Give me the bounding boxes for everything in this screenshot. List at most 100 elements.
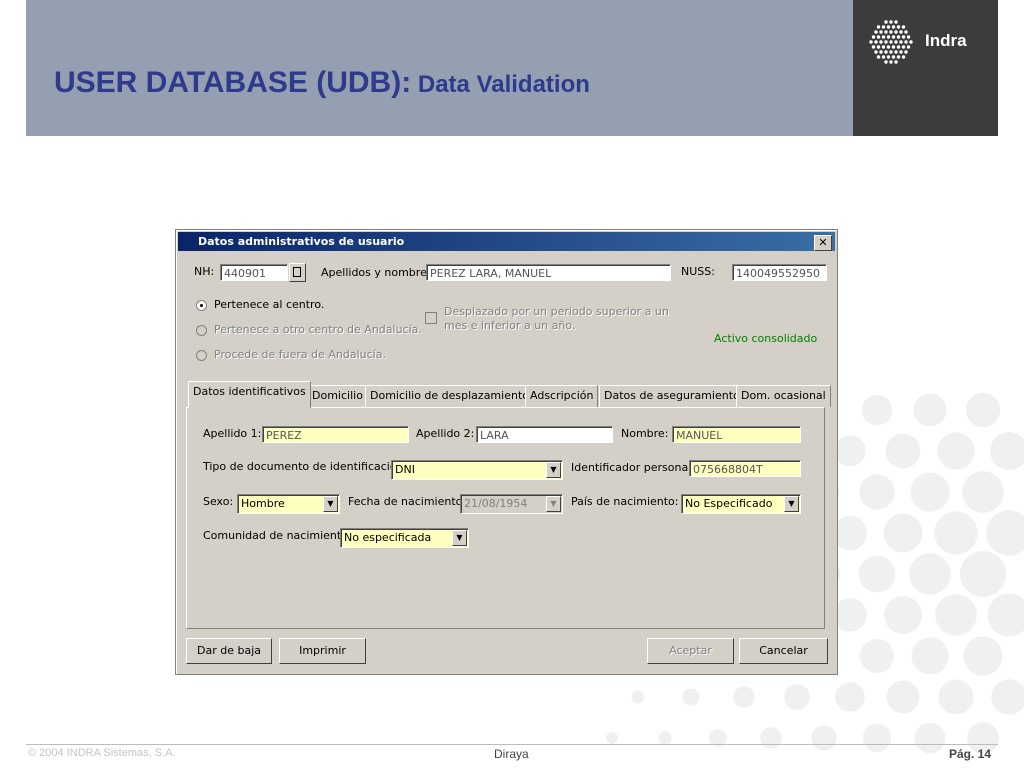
background-dot <box>833 598 867 632</box>
dar-de-baja-button[interactable]: Dar de baja <box>186 638 272 664</box>
footer-project-name: Diraya <box>494 747 529 761</box>
background-dot <box>862 723 892 753</box>
background-dot <box>784 684 810 710</box>
background-dot <box>987 593 1024 637</box>
comunidad-nacimiento-label: Comunidad de nacimiento: <box>203 529 352 542</box>
chevron-down-icon[interactable]: ▼ <box>784 496 799 512</box>
tab-dom-ocasional[interactable]: Dom. ocasional <box>736 385 831 407</box>
apellido2-label: Apellido 2: <box>416 427 475 440</box>
radio-otro-centro[interactable] <box>196 325 207 336</box>
apellido1-field[interactable]: PEREZ <box>262 426 409 443</box>
background-dot <box>760 727 782 749</box>
logo-dot <box>906 45 911 49</box>
radio-fuera-andalucia[interactable] <box>196 350 207 361</box>
logo-dot <box>889 40 893 44</box>
logo-dot <box>901 55 906 59</box>
apellidos-label: Apellidos y nombre: <box>321 266 431 279</box>
background-dot <box>658 731 672 745</box>
background-dot <box>858 555 896 593</box>
background-dot <box>884 596 922 634</box>
desplazado-checkbox[interactable] <box>425 312 437 324</box>
logo-dot <box>876 25 881 29</box>
logo-dot <box>901 45 906 49</box>
pais-nacimiento-select[interactable]: No Especificado ▼ <box>681 494 801 514</box>
logo-dot <box>871 45 876 49</box>
logo-dot <box>904 40 908 44</box>
fecha-nacimiento-select[interactable]: 21/08/1954 ▼ <box>460 494 563 514</box>
nuss-field[interactable]: 140049552950 <box>732 264 827 281</box>
logo-dot <box>891 45 896 49</box>
logo-dot <box>876 35 881 39</box>
chevron-down-icon[interactable]: ▼ <box>546 496 561 512</box>
logo-dot <box>889 30 893 34</box>
background-dot <box>733 686 755 708</box>
logo-dot <box>886 55 891 59</box>
cancelar-button[interactable]: Cancelar <box>739 638 828 664</box>
radio-pertenece-centro[interactable] <box>196 300 207 311</box>
imprimir-button[interactable]: Imprimir <box>279 638 366 664</box>
logo-dot <box>901 35 906 39</box>
desplazado-label-line2: mes e inferior a un año. <box>444 319 576 332</box>
brand-logo-text: Indra <box>925 31 967 50</box>
logo-dot <box>884 30 888 34</box>
apellido2-field[interactable]: LARA <box>476 426 613 443</box>
logo-dot <box>874 30 878 34</box>
logo-dot <box>881 45 886 49</box>
nombre-field[interactable]: MANUEL <box>672 426 801 443</box>
logo-dot <box>894 50 898 54</box>
pais-nacimiento-value: No Especificado <box>685 497 773 510</box>
nombre-label: Nombre: <box>621 427 669 440</box>
logo-dot <box>909 40 913 44</box>
background-dot <box>631 690 645 704</box>
logo-dot <box>889 60 893 64</box>
tab-datos-identificativos[interactable]: Datos identificativos <box>188 381 311 408</box>
background-dot <box>835 682 865 712</box>
footer-divider <box>26 744 998 745</box>
tipo-documento-label: Tipo de documento de identificación: <box>203 460 408 473</box>
background-dot <box>938 679 974 715</box>
copyright-text: © 2004 INDRA Sistemas, S.A. <box>28 747 176 759</box>
radio-fuera-andalucia-label: Procede de fuera de Andalucía. <box>214 348 386 361</box>
background-dot <box>991 679 1024 715</box>
tab-domicilio-desplazamiento[interactable]: Domicilio de desplazamiento <box>365 385 534 407</box>
logo-dot <box>874 40 878 44</box>
chevron-down-icon[interactable]: ▼ <box>546 462 561 478</box>
background-dot <box>914 722 946 754</box>
background-dot <box>606 732 618 744</box>
comunidad-nacimiento-select[interactable]: No especificada ▼ <box>340 528 469 548</box>
background-dot <box>986 510 1024 556</box>
background-dot <box>860 639 894 673</box>
tipo-documento-select[interactable]: DNI ▼ <box>391 460 563 480</box>
identificador-personal-label: Identificador personal: <box>571 461 695 474</box>
chevron-down-icon[interactable]: ▼ <box>452 530 467 546</box>
logo-dot <box>901 25 906 29</box>
logo-dot <box>896 35 901 39</box>
logo-dot <box>894 30 898 34</box>
radio-otro-centro-label: Pertenece a otro centro de Andalucía. <box>214 323 422 336</box>
background-dot <box>962 471 1004 513</box>
sexo-select[interactable]: Hombre ▼ <box>237 494 340 514</box>
slide-title: USER DATABASE (UDB): Data Validation <box>54 66 590 99</box>
background-dot <box>911 637 949 675</box>
logo-dot <box>886 45 891 49</box>
background-dot <box>883 513 923 553</box>
tab-adscripcion[interactable]: Adscripción <box>525 385 599 407</box>
calendar-lookup-button[interactable] <box>289 263 306 282</box>
radio-pertenece-centro-label: Pertenece al centro. <box>214 298 325 311</box>
dialog-title: Datos administrativos de usuario <box>198 235 405 248</box>
chevron-down-icon[interactable]: ▼ <box>323 496 338 512</box>
apellidos-nombre-field[interactable]: PEREZ LARA, MANUEL <box>426 264 671 281</box>
logo-dot <box>896 45 901 49</box>
sexo-label: Sexo: <box>203 495 234 508</box>
logo-dot <box>881 55 886 59</box>
close-icon[interactable]: ✕ <box>814 235 832 251</box>
logo-dot <box>899 40 903 44</box>
identificador-personal-field[interactable]: 075668804T <box>689 460 801 477</box>
tab-datos-aseguramiento[interactable]: Datos de aseguramiento <box>599 385 745 407</box>
background-dot <box>811 725 837 751</box>
nh-field[interactable]: 440901 <box>220 264 288 281</box>
aceptar-button[interactable]: Aceptar <box>647 638 734 664</box>
logo-dot <box>879 40 883 44</box>
tab-domicilio[interactable]: Domicilio <box>307 385 368 407</box>
dialog-titlebar[interactable]: Datos administrativos de usuario ✕ <box>178 232 835 251</box>
